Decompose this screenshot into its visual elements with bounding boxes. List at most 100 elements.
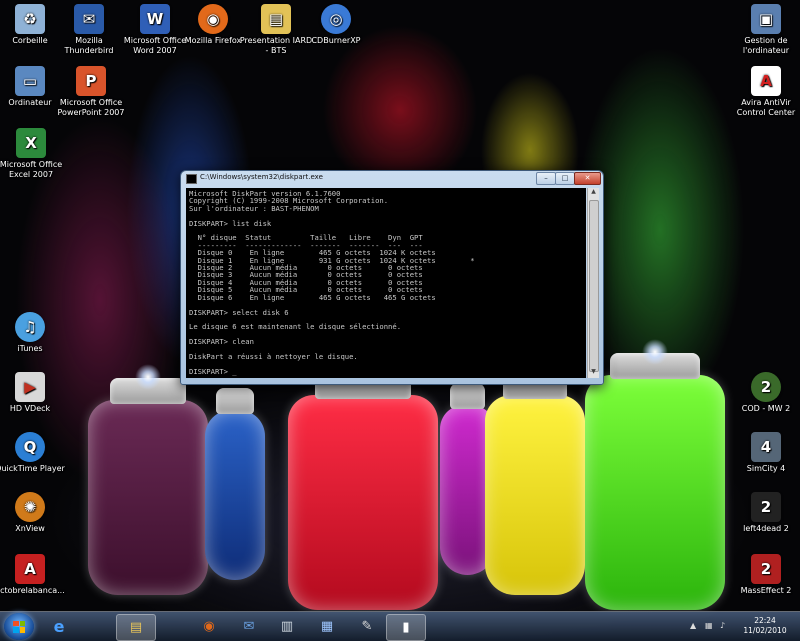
folder-icon: ▤ [261,4,291,34]
recycle-bin-icon: ♻ [15,4,45,34]
console-line: Disque 6 En ligne 465 G octets 465 G oct… [189,292,436,302]
jar-blue [205,388,265,580]
scrollbar-thumb[interactable] [589,200,599,372]
computer-management-icon: ▣ [751,4,781,34]
desktop-icon-label: Ordinateur [8,98,52,107]
desktop-icon-cdburner[interactable]: ◎ CDBurnerXP [298,4,374,46]
desktop-icon-thunderbird[interactable]: ✉ Mozilla Thunderbird [51,4,127,56]
desktop-icon-itunes[interactable]: ♫ iTunes [0,312,68,354]
desktop-icon-label: SimCity 4 [746,464,786,473]
excel-icon: X [16,128,46,158]
console-line: DISKPART> _ [189,366,237,376]
tray-volume-icon[interactable]: ♪ [720,621,730,631]
desktop-icon-label: XnView [15,524,45,533]
desktop-icon-label: octobrelabanca... [0,586,65,595]
console-line: DiskPart a réussi à nettoyer le disque. [189,351,358,361]
jar-red [288,359,438,610]
desktop-icon-left4dead[interactable]: 2 left4dead 2 [728,492,800,534]
desktop-icon-avira[interactable]: A Avira AntiVir Control Center [728,66,800,118]
taskbar-console[interactable]: ▮ [386,614,426,641]
tray-clock[interactable]: 22:24 11/02/2010 [740,616,790,636]
left4dead-icon: 2 [751,492,781,522]
thunderbird-icon: ✉ [243,619,255,634]
desktop-icon-xnview[interactable]: ✺ XnView [0,492,68,534]
minimize-button[interactable]: – [536,172,556,185]
desktop-icon-label: Corbeille [12,36,48,45]
desktop-icon-masseffect[interactable]: 2 MassEffect 2 [728,554,800,596]
powerpoint-icon: P [76,66,106,96]
hdvdeck-icon: ▶ [15,372,45,402]
explorer-folder-icon: ▤ [129,620,143,635]
tray-arrow-icon[interactable]: ▲ [690,621,700,631]
console-icon: ▮ [402,620,410,635]
clock-time: 22:24 [754,616,776,625]
console-scrollbar[interactable]: ▲ ▼ [587,188,599,378]
close-button[interactable]: ✕ [574,172,601,185]
masseffect-icon: 2 [751,554,781,584]
console-line: DISKPART> clean [189,337,254,347]
console-line: DISKPART> list disk [189,218,272,228]
printer-icon: ▥ [280,619,294,634]
desktop-icon-quicktime[interactable]: Q QuickTime Player [0,432,68,474]
taskbar-explorer[interactable]: ▤ [116,614,156,641]
console-line: DISKPART> select disk 6 [189,307,289,317]
thunderbird-icon: ✉ [74,4,104,34]
desktop-icon-label: Mozilla Firefox [184,36,242,45]
desktop-icon-label: Microsoft Office Excel 2007 [0,160,63,179]
jar-green [585,339,725,610]
desktop-icon-excel[interactable]: X Microsoft Office Excel 2007 [0,128,69,180]
desktop-icon-label: iTunes [17,344,43,353]
pdf-icon: A [15,554,45,584]
taskbar-firefox[interactable]: ◉ [190,614,228,639]
tray-network-icon[interactable]: ▦ [705,621,715,631]
desktop-icon-label: Mozilla Thunderbird [64,36,114,55]
desktop-icon-simcity[interactable]: 4 SimCity 4 [728,432,800,474]
desktop-icon-label: HD VDeck [9,404,51,413]
quicktime-icon: Q [15,432,45,462]
taskbar-thunderbird[interactable]: ✉ [230,614,268,639]
firefox-icon: ◉ [198,4,228,34]
word-icon: W [140,4,170,34]
desktop-icon-label: Avira AntiVir Control Center [736,98,796,117]
desktop-icon-computer-management[interactable]: ▣ Gestion de l'ordinateur [728,4,800,56]
cdburner-icon: ◎ [321,4,351,34]
console-app-icon [186,174,197,184]
desktop-icon-powerpoint[interactable]: P Microsoft Office PowerPoint 2007 [53,66,129,118]
desktop-icon-label: Microsoft Office PowerPoint 2007 [57,98,125,117]
windows-logo-icon [13,620,25,633]
desktop-icon-label: left4dead 2 [743,524,789,533]
diskpart-console-window[interactable]: C:\Windows\system32\diskpart.exe – □ ✕ M… [180,170,604,385]
maximize-button[interactable]: □ [555,172,575,185]
desktop-icon-hdvdeck[interactable]: ▶ HD VDeck [0,372,68,414]
cod-icon: 2 [751,372,781,402]
console-output[interactable]: Microsoft DiskPart version 6.1.7600 Copyr… [186,188,586,378]
firefox-icon: ◉ [203,619,215,634]
desktop-icon-label: CDBurnerXP [311,36,361,45]
jar-yellow [485,359,585,595]
avira-icon: A [751,66,781,96]
desktop-icon-label: QuickTime Player [0,464,65,473]
computer-icon: ▭ [15,66,45,96]
itunes-icon: ♫ [15,312,45,342]
start-button[interactable] [4,613,34,640]
taskbar-tools[interactable]: ✎ [348,614,386,639]
taskbar: e ▤ ◉ ✉ ▥ ▦ ✎ ▮ ▲ ▦ ♪ 22:24 11/02/2010 [0,611,800,641]
console-line: Le disque 6 est maintenant le disque sél… [189,322,402,332]
desktop-icon-pdf[interactable]: A octobrelabanca... [0,554,68,596]
taskbar-printer[interactable]: ▥ [268,614,306,639]
taskbar-internet-explorer[interactable]: e [40,614,78,639]
scroll-down-arrow-icon[interactable]: ▼ [588,368,599,378]
taskbar-network[interactable]: ▦ [308,614,346,639]
jar-purple [88,364,208,595]
desktop-icon-cod[interactable]: 2 COD - MW 2 [728,372,800,414]
console-line: Sur l'ordinateur : BAST-PHENOM [189,203,319,213]
window-title: C:\Windows\system32\diskpart.exe [200,173,323,181]
desktop-icon-label: MassEffect 2 [740,586,792,595]
desktop-icon-label: COD - MW 2 [741,404,791,413]
internet-explorer-icon: e [53,617,65,636]
tools-icon: ✎ [361,619,373,634]
window-titlebar[interactable]: C:\Windows\system32\diskpart.exe – □ ✕ [181,171,603,186]
scroll-up-arrow-icon[interactable]: ▲ [588,188,599,198]
clock-date: 11/02/2010 [743,626,787,635]
